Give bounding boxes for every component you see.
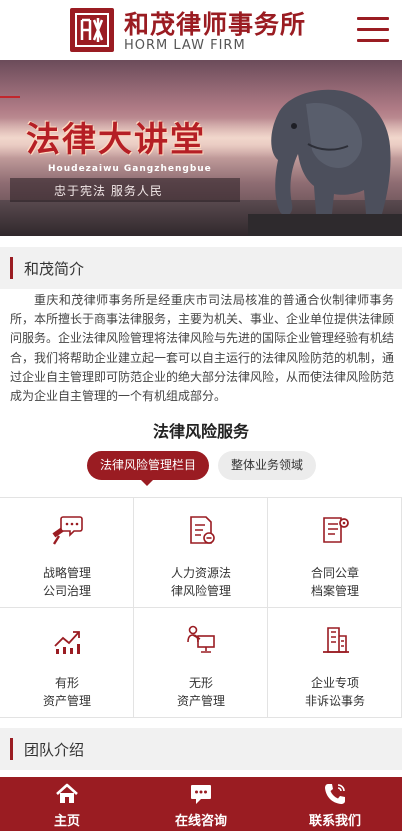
nav-contact-label: 联系我们 (308, 814, 361, 829)
logo-subtitle: HORM LAW FIRM (124, 38, 246, 53)
logo-seal-icon (75, 13, 109, 47)
logo-icon[interactable] (70, 8, 114, 52)
hero-banner[interactable]: 法律大讲堂 Houdezaiwu Gangzhengbue 忠于宪法 服务人民 (0, 60, 402, 236)
tab-business-areas[interactable]: 整体业务领域 (218, 451, 316, 480)
service-contract-seal[interactable]: 合同公章 档案管理 (268, 498, 402, 608)
services-grid: 战略管理公司治理 人力资源法律风险管理 合同公章档案管理 有形资产管理 (0, 497, 402, 718)
growth-chart-icon (54, 631, 80, 654)
nav-home[interactable]: 主页 (0, 777, 134, 831)
phone-icon (325, 784, 345, 804)
service-label: 人力资源法 律风险管理 (170, 566, 231, 598)
service-tangible-assets[interactable]: 有形 资产管理 (0, 608, 134, 718)
service-hr-legal[interactable]: 人力资源法 律风险管理 (134, 498, 268, 608)
nav-home-label: 主页 (53, 814, 80, 829)
service-strategy[interactable]: 战略管理 公司治理 (0, 498, 134, 608)
home-icon (56, 783, 78, 803)
gavel-chat-icon (52, 516, 83, 545)
presenter-screen-icon (187, 625, 215, 653)
intro-heading: 和茂简介 (24, 260, 85, 278)
nav-consult-label: 在线咨询 (174, 814, 227, 829)
header: 和茂律师事务所 HORM LAW FIRM (0, 0, 402, 60)
service-intangible-assets[interactable]: 无形 资产管理 (134, 608, 268, 718)
nav-contact[interactable]: 联系我们 (268, 777, 402, 831)
banner-title: 法律大讲堂 (26, 120, 206, 160)
chat-bubble-icon (191, 785, 211, 804)
service-label: 企业专项 非诉讼事务 (304, 676, 365, 708)
nav-consult[interactable]: 在线咨询 (134, 777, 268, 831)
banner-pinyin: Houdezaiwu Gangzhengbue (48, 164, 212, 174)
team-heading: 团队介绍 (24, 741, 85, 759)
team-section-header: 团队介绍 (0, 728, 402, 770)
service-non-litigation[interactable]: 企业专项 非诉讼事务 (268, 608, 402, 718)
tab-risk-management[interactable]: 法律风险管理栏目 (87, 451, 209, 486)
service-label: 有形 资产管理 (42, 676, 91, 708)
logo-title: 和茂律师事务所 (124, 10, 307, 39)
document-gear-icon (323, 517, 349, 543)
intro-section-header: 和茂简介 (0, 247, 402, 289)
service-label: 无形 资产管理 (176, 676, 225, 708)
section-marker (10, 257, 13, 279)
banner-slogan: 忠于宪法 服务人民 (54, 184, 163, 198)
intro-text: 重庆和茂律师事务所是经重庆市司法局核准的普通合伙制律师事务所，本所擅长于商事法律… (10, 293, 395, 404)
service-label: 战略管理 公司治理 (42, 566, 91, 598)
buildings-icon (323, 627, 349, 653)
services-title: 法律风险服务 (152, 422, 249, 441)
banner-accent-bar (0, 96, 20, 98)
hamburger-menu-icon[interactable] (357, 17, 389, 43)
service-label: 合同公章 档案管理 (310, 566, 359, 598)
section-marker (10, 738, 13, 760)
bottom-nav: 主页 在线咨询 联系我们 (0, 777, 402, 831)
elephant-statue-image (248, 89, 402, 236)
document-user-icon (190, 516, 215, 544)
